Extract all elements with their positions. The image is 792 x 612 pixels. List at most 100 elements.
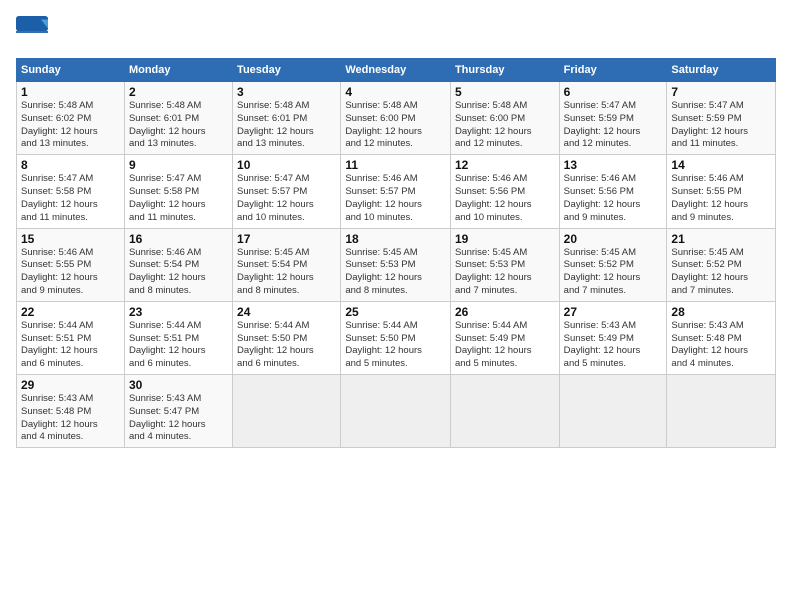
calendar-cell: 20Sunrise: 5:45 AMSunset: 5:52 PMDayligh… [559,228,667,301]
calendar-cell: 28Sunrise: 5:43 AMSunset: 5:48 PMDayligh… [667,301,776,374]
day-number: 9 [129,158,228,172]
day-info: Sunrise: 5:44 AMSunset: 5:50 PMDaylight:… [345,320,446,371]
day-number: 16 [129,232,228,246]
day-number: 18 [345,232,446,246]
day-number: 15 [21,232,120,246]
calendar-cell: 23Sunrise: 5:44 AMSunset: 5:51 PMDayligh… [124,301,232,374]
day-info: Sunrise: 5:46 AMSunset: 5:55 PMDaylight:… [671,173,771,224]
weekday-header-monday: Monday [124,59,232,82]
day-info: Sunrise: 5:47 AMSunset: 5:58 PMDaylight:… [21,173,120,224]
day-info: Sunrise: 5:48 AMSunset: 6:00 PMDaylight:… [345,100,446,151]
day-info: Sunrise: 5:46 AMSunset: 5:56 PMDaylight:… [564,173,663,224]
day-number: 29 [21,378,120,392]
day-number: 11 [345,158,446,172]
day-number: 1 [21,85,120,99]
calendar-table: SundayMondayTuesdayWednesdayThursdayFrid… [16,58,776,448]
day-info: Sunrise: 5:46 AMSunset: 5:54 PMDaylight:… [129,247,228,298]
day-number: 4 [345,85,446,99]
calendar-cell: 10Sunrise: 5:47 AMSunset: 5:57 PMDayligh… [233,155,341,228]
calendar-cell: 19Sunrise: 5:45 AMSunset: 5:53 PMDayligh… [450,228,559,301]
day-number: 20 [564,232,663,246]
day-number: 30 [129,378,228,392]
day-info: Sunrise: 5:46 AMSunset: 5:55 PMDaylight:… [21,247,120,298]
day-info: Sunrise: 5:47 AMSunset: 5:58 PMDaylight:… [129,173,228,224]
day-number: 7 [671,85,771,99]
calendar-cell: 1Sunrise: 5:48 AMSunset: 6:02 PMDaylight… [17,82,125,155]
calendar-cell: 11Sunrise: 5:46 AMSunset: 5:57 PMDayligh… [341,155,451,228]
day-number: 12 [455,158,555,172]
day-number: 8 [21,158,120,172]
day-info: Sunrise: 5:48 AMSunset: 6:01 PMDaylight:… [237,100,336,151]
calendar-cell: 25Sunrise: 5:44 AMSunset: 5:50 PMDayligh… [341,301,451,374]
day-info: Sunrise: 5:45 AMSunset: 5:54 PMDaylight:… [237,247,336,298]
calendar-cell: 26Sunrise: 5:44 AMSunset: 5:49 PMDayligh… [450,301,559,374]
calendar-cell [341,375,451,448]
day-info: Sunrise: 5:48 AMSunset: 6:00 PMDaylight:… [455,100,555,151]
general-blue-logo-icon [16,16,48,48]
calendar-cell: 24Sunrise: 5:44 AMSunset: 5:50 PMDayligh… [233,301,341,374]
calendar-cell: 18Sunrise: 5:45 AMSunset: 5:53 PMDayligh… [341,228,451,301]
logo [16,16,52,48]
weekday-header-friday: Friday [559,59,667,82]
day-info: Sunrise: 5:48 AMSunset: 6:01 PMDaylight:… [129,100,228,151]
day-info: Sunrise: 5:45 AMSunset: 5:52 PMDaylight:… [564,247,663,298]
weekday-header-sunday: Sunday [17,59,125,82]
calendar-cell: 14Sunrise: 5:46 AMSunset: 5:55 PMDayligh… [667,155,776,228]
day-info: Sunrise: 5:48 AMSunset: 6:02 PMDaylight:… [21,100,120,151]
day-number: 26 [455,305,555,319]
calendar-cell: 9Sunrise: 5:47 AMSunset: 5:58 PMDaylight… [124,155,232,228]
calendar-cell: 29Sunrise: 5:43 AMSunset: 5:48 PMDayligh… [17,375,125,448]
day-number: 24 [237,305,336,319]
calendar-cell: 21Sunrise: 5:45 AMSunset: 5:52 PMDayligh… [667,228,776,301]
day-number: 22 [21,305,120,319]
calendar-cell [667,375,776,448]
calendar-cell: 12Sunrise: 5:46 AMSunset: 5:56 PMDayligh… [450,155,559,228]
calendar-cell [559,375,667,448]
calendar-cell: 27Sunrise: 5:43 AMSunset: 5:49 PMDayligh… [559,301,667,374]
day-info: Sunrise: 5:47 AMSunset: 5:59 PMDaylight:… [564,100,663,151]
calendar-cell: 17Sunrise: 5:45 AMSunset: 5:54 PMDayligh… [233,228,341,301]
day-info: Sunrise: 5:44 AMSunset: 5:51 PMDaylight:… [129,320,228,371]
calendar-cell: 13Sunrise: 5:46 AMSunset: 5:56 PMDayligh… [559,155,667,228]
day-number: 14 [671,158,771,172]
calendar-cell: 3Sunrise: 5:48 AMSunset: 6:01 PMDaylight… [233,82,341,155]
day-info: Sunrise: 5:44 AMSunset: 5:49 PMDaylight:… [455,320,555,371]
day-number: 2 [129,85,228,99]
calendar-cell: 22Sunrise: 5:44 AMSunset: 5:51 PMDayligh… [17,301,125,374]
calendar-cell: 5Sunrise: 5:48 AMSunset: 6:00 PMDaylight… [450,82,559,155]
weekday-header-tuesday: Tuesday [233,59,341,82]
day-number: 6 [564,85,663,99]
weekday-header-wednesday: Wednesday [341,59,451,82]
day-number: 23 [129,305,228,319]
day-info: Sunrise: 5:45 AMSunset: 5:53 PMDaylight:… [455,247,555,298]
day-info: Sunrise: 5:46 AMSunset: 5:56 PMDaylight:… [455,173,555,224]
day-info: Sunrise: 5:43 AMSunset: 5:48 PMDaylight:… [671,320,771,371]
day-number: 5 [455,85,555,99]
calendar-cell [450,375,559,448]
day-number: 21 [671,232,771,246]
day-info: Sunrise: 5:46 AMSunset: 5:57 PMDaylight:… [345,173,446,224]
day-info: Sunrise: 5:43 AMSunset: 5:49 PMDaylight:… [564,320,663,371]
day-number: 13 [564,158,663,172]
day-number: 3 [237,85,336,99]
day-info: Sunrise: 5:45 AMSunset: 5:53 PMDaylight:… [345,247,446,298]
day-number: 10 [237,158,336,172]
day-number: 28 [671,305,771,319]
day-info: Sunrise: 5:44 AMSunset: 5:51 PMDaylight:… [21,320,120,371]
day-info: Sunrise: 5:47 AMSunset: 5:57 PMDaylight:… [237,173,336,224]
day-number: 25 [345,305,446,319]
day-info: Sunrise: 5:47 AMSunset: 5:59 PMDaylight:… [671,100,771,151]
calendar-cell: 7Sunrise: 5:47 AMSunset: 5:59 PMDaylight… [667,82,776,155]
calendar-cell: 30Sunrise: 5:43 AMSunset: 5:47 PMDayligh… [124,375,232,448]
calendar-cell: 15Sunrise: 5:46 AMSunset: 5:55 PMDayligh… [17,228,125,301]
weekday-header-saturday: Saturday [667,59,776,82]
calendar-cell [233,375,341,448]
day-info: Sunrise: 5:43 AMSunset: 5:47 PMDaylight:… [129,393,228,444]
weekday-header-thursday: Thursday [450,59,559,82]
day-info: Sunrise: 5:43 AMSunset: 5:48 PMDaylight:… [21,393,120,444]
calendar-cell: 16Sunrise: 5:46 AMSunset: 5:54 PMDayligh… [124,228,232,301]
day-info: Sunrise: 5:45 AMSunset: 5:52 PMDaylight:… [671,247,771,298]
calendar-cell: 6Sunrise: 5:47 AMSunset: 5:59 PMDaylight… [559,82,667,155]
calendar-cell: 8Sunrise: 5:47 AMSunset: 5:58 PMDaylight… [17,155,125,228]
day-info: Sunrise: 5:44 AMSunset: 5:50 PMDaylight:… [237,320,336,371]
